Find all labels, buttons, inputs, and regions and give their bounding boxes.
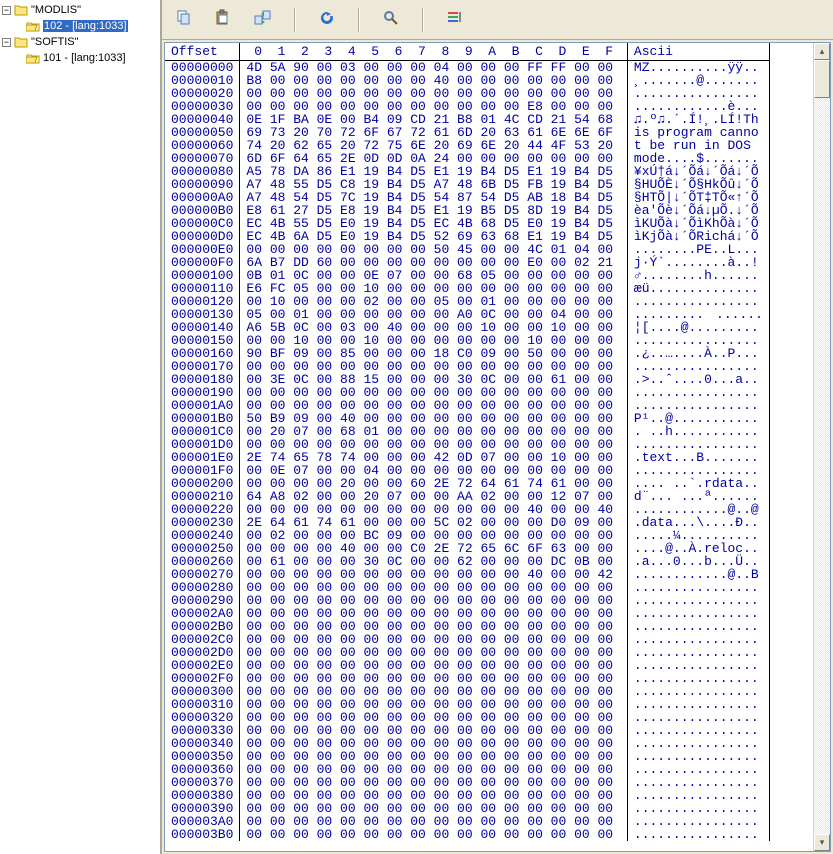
copy-icon: [174, 9, 192, 30]
hex-cell[interactable]: 4D 5A 90 00 03 00 00 00 04 00 00 00 FF F…: [240, 61, 627, 75]
ascii-cell: ................: [627, 828, 769, 841]
find-icon: [382, 9, 400, 30]
hex-row[interactable]: 000003B000 00 00 00 00 00 00 00 00 00 00…: [165, 828, 769, 841]
paste-button[interactable]: [212, 9, 234, 31]
header-ascii: Ascii: [627, 43, 769, 61]
hex-row[interactable]: 000000004D 5A 90 00 03 00 00 00 04 00 00…: [165, 61, 769, 75]
options-icon: [446, 9, 464, 30]
folder-open-icon: [26, 20, 40, 32]
scroll-up-button[interactable]: ▴: [814, 43, 830, 60]
copy-button[interactable]: [172, 9, 194, 31]
toolbar-separator: [294, 8, 296, 32]
hex-viewer: Offset 0 1 2 3 4 5 6 7 8 9 A B C D E F A…: [164, 42, 831, 852]
tree-row[interactable]: − "SOFTIS": [0, 34, 160, 50]
folder-icon: [14, 36, 28, 48]
tree-label: 101 - [lang:1033]: [43, 52, 126, 64]
refresh-icon: [318, 9, 336, 30]
tree-label: "MODLIS": [31, 4, 81, 16]
main-panel: Offset 0 1 2 3 4 5 6 7 8 9 A B C D E F A…: [162, 0, 833, 854]
tree-label: "SOFTIS": [31, 36, 79, 48]
folder-icon: [14, 4, 28, 16]
options-button[interactable]: [444, 9, 466, 31]
tree-toggle-icon[interactable]: −: [2, 6, 11, 15]
refresh-button[interactable]: [316, 9, 338, 31]
toolbar: [162, 0, 833, 40]
tree-row[interactable]: 102 - [lang:1033]: [0, 18, 160, 34]
hex-table: Offset 0 1 2 3 4 5 6 7 8 9 A B C D E F A…: [165, 43, 770, 841]
scroll-down-button[interactable]: ▾: [814, 834, 830, 851]
swap-button[interactable]: [252, 9, 274, 31]
offset-cell: 00000000: [165, 61, 240, 75]
offset-cell: 000003B0: [165, 828, 240, 841]
hex-cell[interactable]: 00 00 00 00 00 00 00 00 00 00 00 00 00 0…: [240, 828, 627, 841]
scroll-track[interactable]: [814, 60, 830, 834]
tree-toggle-icon[interactable]: −: [2, 38, 11, 47]
tree-row[interactable]: 101 - [lang:1033]: [0, 50, 160, 66]
vertical-scrollbar[interactable]: ▴ ▾: [813, 43, 830, 851]
swap-icon: [254, 9, 272, 30]
resource-tree[interactable]: − "MODLIS" 102 - [lang:1033] − "SOFTIS" 101 -…: [0, 0, 162, 854]
folder-open-icon: [26, 52, 40, 64]
tree-row[interactable]: − "MODLIS": [0, 2, 160, 18]
scroll-thumb[interactable]: [814, 60, 830, 98]
header-offset: Offset: [165, 43, 240, 61]
header-hex: 0 1 2 3 4 5 6 7 8 9 A B C D E F: [240, 43, 627, 61]
toolbar-separator: [358, 8, 360, 32]
ascii-cell: MZ..........ÿÿ..: [627, 61, 769, 75]
toolbar-separator: [422, 8, 424, 32]
tree-label: 102 - [lang:1033]: [43, 20, 128, 32]
find-button[interactable]: [380, 9, 402, 31]
paste-icon: [214, 9, 232, 30]
